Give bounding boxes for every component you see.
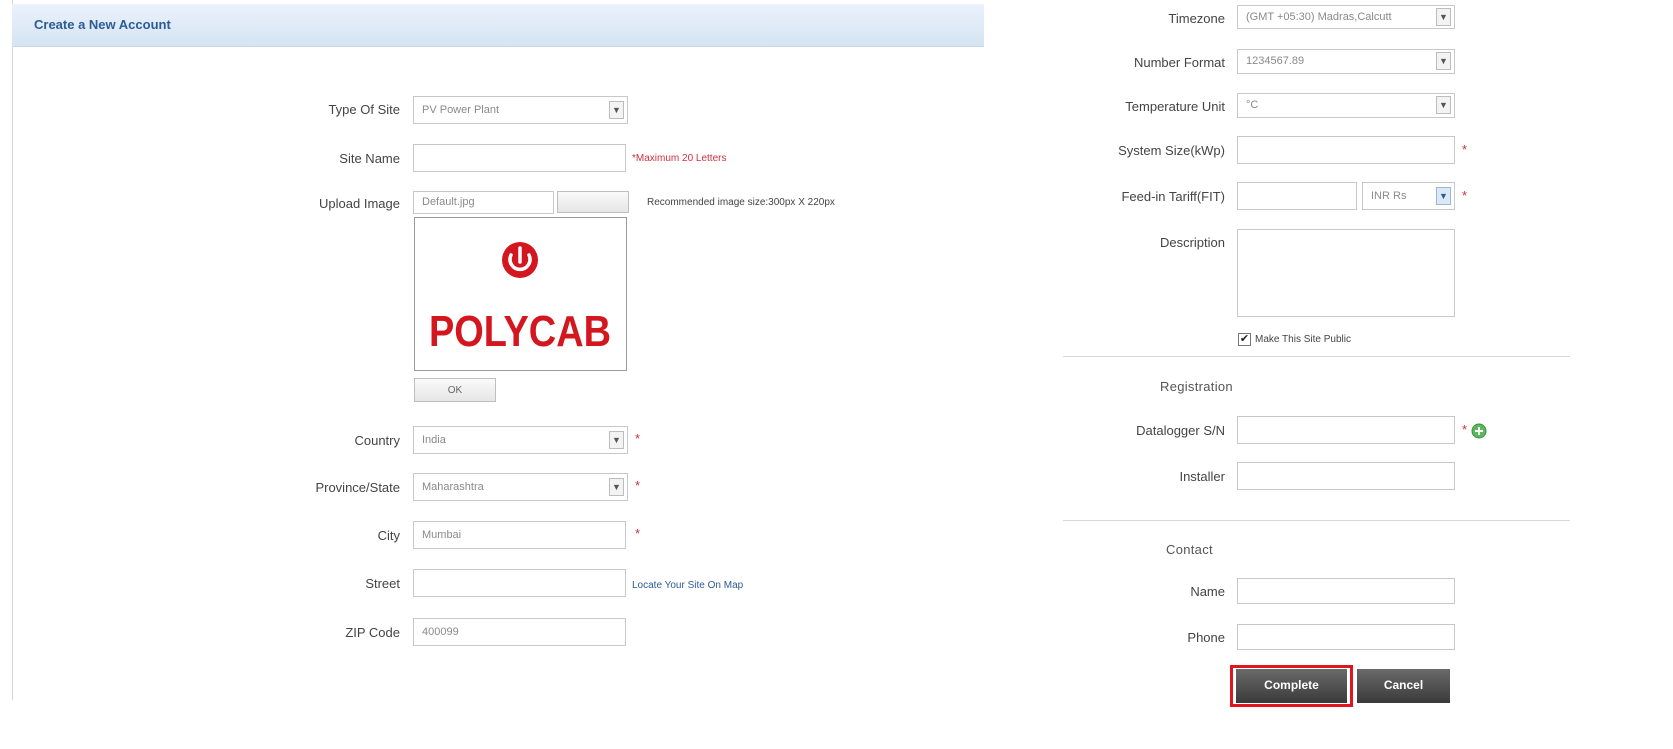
country-select[interactable]: India ▼ [413, 426, 628, 454]
zip-code-label: ZIP Code [345, 625, 400, 640]
page-title: Create a New Account [34, 17, 171, 32]
power-icon [502, 242, 538, 278]
country-label: Country [354, 433, 400, 448]
upload-image-hint: Recommended image size:300px X 220px [647, 197, 835, 208]
system-size-input[interactable] [1237, 136, 1455, 164]
chevron-down-icon: ▼ [1436, 52, 1451, 70]
zip-code-input[interactable]: 400099 [413, 618, 626, 646]
system-size-label: System Size(kWp) [1118, 143, 1225, 158]
temperature-unit-label: Temperature Unit [1125, 99, 1225, 114]
currency-value: INR Rs [1371, 190, 1407, 202]
number-format-value: 1234567.89 [1246, 55, 1305, 67]
province-required-mark: * [635, 478, 641, 493]
cancel-button[interactable]: Cancel [1357, 669, 1450, 703]
system-size-required-mark: * [1462, 142, 1468, 157]
currency-select[interactable]: INR Rs ▼ [1362, 182, 1455, 210]
type-of-site-value: PV Power Plant [422, 104, 500, 116]
contact-name-label: Name [1190, 584, 1225, 599]
contact-heading: Contact [1166, 542, 1213, 557]
site-name-label: Site Name [339, 151, 400, 166]
datalogger-input[interactable] [1237, 416, 1455, 444]
number-format-label: Number Format [1133, 55, 1225, 70]
registration-heading: Registration [1160, 379, 1233, 394]
timezone-select[interactable]: (GMT +05:30) Madras,Calcutt ▼ [1237, 5, 1455, 29]
datalogger-label: Datalogger S/N [1136, 423, 1225, 438]
province-select[interactable]: Maharashtra ▼ [413, 473, 628, 501]
browse-button[interactable] [557, 191, 629, 213]
installer-input[interactable] [1237, 462, 1455, 490]
chevron-down-icon: ▼ [1436, 187, 1451, 205]
site-name-input[interactable] [413, 144, 626, 172]
contact-phone-label: Phone [1187, 630, 1225, 645]
province-value: Maharashtra [422, 481, 484, 493]
chevron-down-icon: ▼ [1436, 96, 1451, 114]
country-required-mark: * [635, 431, 641, 446]
feed-in-tariff-label: Feed-in Tariff(FIT) [1121, 189, 1225, 204]
type-of-site-label: Type Of Site [328, 102, 400, 117]
chevron-down-icon: ▼ [609, 478, 624, 496]
timezone-label: Timezone [1168, 11, 1225, 26]
feed-in-tariff-input[interactable] [1237, 182, 1357, 210]
contact-name-input[interactable] [1237, 578, 1455, 604]
description-label: Description [1159, 235, 1225, 250]
city-input[interactable]: Mumbai [413, 521, 626, 549]
checkmark-icon: ✔ [1239, 333, 1250, 345]
timezone-value: (GMT +05:30) Madras,Calcutt [1246, 11, 1392, 23]
section-divider [1063, 356, 1570, 357]
make-public-checkbox[interactable]: ✔ [1238, 333, 1251, 346]
chevron-down-icon: ▼ [609, 431, 624, 449]
installer-label: Installer [1179, 469, 1225, 484]
description-textarea[interactable] [1237, 229, 1455, 317]
image-preview: POLYCAB [414, 217, 627, 371]
country-value: India [422, 434, 446, 446]
type-of-site-select[interactable]: PV Power Plant ▼ [413, 96, 628, 124]
complete-button[interactable]: Complete [1236, 669, 1347, 703]
make-public-label: Make This Site Public [1255, 334, 1351, 345]
chevron-down-icon: ▼ [609, 101, 624, 119]
number-format-select[interactable]: 1234567.89 ▼ [1237, 49, 1455, 74]
city-label: City [377, 528, 400, 543]
contact-phone-input[interactable] [1237, 624, 1455, 650]
street-label: Street [365, 576, 400, 591]
province-label: Province/State [315, 480, 400, 495]
street-input[interactable] [413, 569, 626, 597]
plus-circle-icon[interactable] [1471, 423, 1487, 439]
section-divider [1063, 520, 1570, 521]
ok-button[interactable]: OK [414, 378, 496, 402]
chevron-down-icon: ▼ [1436, 8, 1451, 26]
locate-on-map-link[interactable]: Locate Your Site On Map [632, 580, 743, 591]
upload-file-input[interactable]: Default.jpg [413, 191, 554, 214]
temperature-unit-select[interactable]: °C ▼ [1237, 93, 1455, 118]
feed-in-tariff-required-mark: * [1462, 188, 1468, 203]
logo-wordmark: POLYCAB [429, 307, 611, 356]
site-name-hint: *Maximum 20 Letters [632, 153, 727, 164]
temperature-unit-value: °C [1246, 99, 1259, 111]
datalogger-required-mark: * [1462, 422, 1468, 437]
upload-image-label: Upload Image [319, 196, 400, 211]
polycab-logo: POLYCAB [429, 242, 611, 356]
city-required-mark: * [635, 526, 641, 541]
